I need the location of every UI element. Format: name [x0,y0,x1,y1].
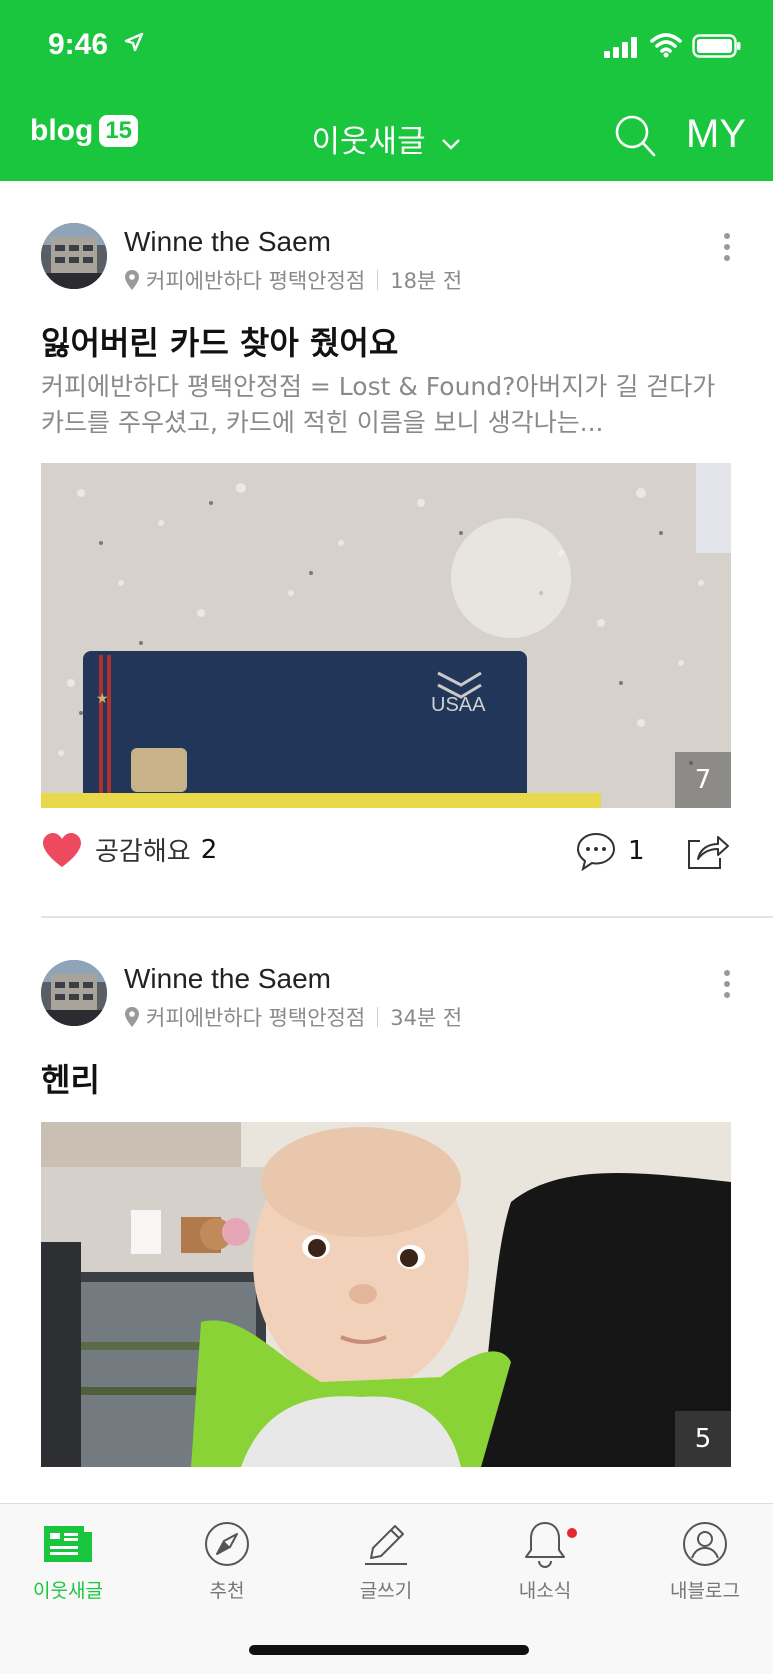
author-avatar[interactable] [41,960,107,1026]
time-ago: 34분 전 [390,1006,463,1030]
post-meta: 커피에반하다 평택안정점 18분 전 [124,265,462,295]
feed-selector[interactable]: 이웃새글 [0,116,773,161]
post-title[interactable]: 잃어버린 카드 찾아 줬어요 [41,318,398,364]
post-actions: 공감해요 2 1 [0,823,773,883]
tab-recommend[interactable]: 추천 [167,1518,287,1603]
share-icon[interactable] [686,831,730,871]
post-title[interactable]: 헨리 [41,1055,100,1101]
search-icon[interactable] [614,114,656,158]
more-options-icon[interactable] [724,233,732,266]
svg-text:★: ★ [96,691,109,707]
post-card: Winne the Saem 커피에반하다 평택안정점 18분 전 잃어버린 카… [0,181,773,921]
card-brand: USAA [431,694,486,716]
author-name[interactable]: Winne the Saem [124,226,331,258]
tab-write[interactable]: 글쓰기 [326,1518,446,1603]
author-avatar[interactable] [41,223,107,289]
location-pin-icon [125,1007,139,1027]
feed-icon [44,1526,92,1562]
feed-title: 이웃새글 [311,124,426,160]
like-button[interactable]: 공감해요 2 [41,831,217,868]
my-button[interactable]: MY [686,112,746,157]
pencil-icon [365,1525,407,1565]
author-name[interactable]: Winne the Saem [124,963,331,995]
post-photo[interactable]: ★ USAA 7 [41,463,731,808]
location-text[interactable]: 커피에반하다 평택안정점 [146,265,365,295]
compass-icon [205,1522,249,1566]
photo-count: 5 [675,1411,731,1467]
battery-icon [692,34,741,58]
photo-count: 7 [675,752,731,808]
wifi-icon [650,33,682,58]
time-ago: 18분 전 [390,269,463,293]
notification-badge [567,1528,577,1538]
tab-label: 내블로그 [670,1580,740,1602]
more-options-icon[interactable] [724,970,732,1003]
comment-icon [576,832,616,871]
tab-label: 글쓰기 [359,1580,413,1602]
meta-divider [377,270,379,290]
heart-icon [43,832,81,867]
app-header: 9:46 blog 15 이웃새글 MY [0,0,773,181]
post-card: Winne the Saem 커피에반하다 평택안정점 34분 전 헨리 5 [0,918,773,1503]
meta-divider [377,1007,379,1027]
location-pin-icon [125,270,139,290]
tab-label: 추천 [209,1580,245,1602]
home-indicator[interactable] [249,1645,529,1655]
nav-bar: blog 15 이웃새글 MY [0,100,773,180]
chevron-down-icon [442,138,461,150]
tab-label: 이웃새글 [33,1580,103,1602]
like-label: 공감해요 [95,837,191,867]
status-bar: 9:46 [0,0,773,90]
tab-notifications[interactable]: 내소식 [485,1518,605,1603]
post-meta: 커피에반하다 평택안정점 34분 전 [124,1002,462,1032]
comment-count: 1 [628,836,645,866]
tab-neighbor-posts[interactable]: 이웃새글 [8,1518,128,1603]
post-excerpt[interactable]: 커피에반하다 평택안정점 = Lost & Found?아버지가 길 걷다가 카… [41,369,731,441]
location-text[interactable]: 커피에반하다 평택안정점 [146,1002,365,1032]
tab-label: 내소식 [518,1580,572,1602]
comment-button[interactable]: 1 [576,831,645,871]
like-count: 2 [200,834,218,865]
cellular-signal-icon [604,37,637,58]
tab-my-blog[interactable]: 내블로그 [645,1518,765,1603]
post-photo[interactable]: 5 [41,1122,731,1467]
location-arrow-icon [124,32,144,52]
profile-icon [683,1522,727,1566]
status-time: 9:46 [48,28,109,61]
bell-icon [525,1522,565,1569]
